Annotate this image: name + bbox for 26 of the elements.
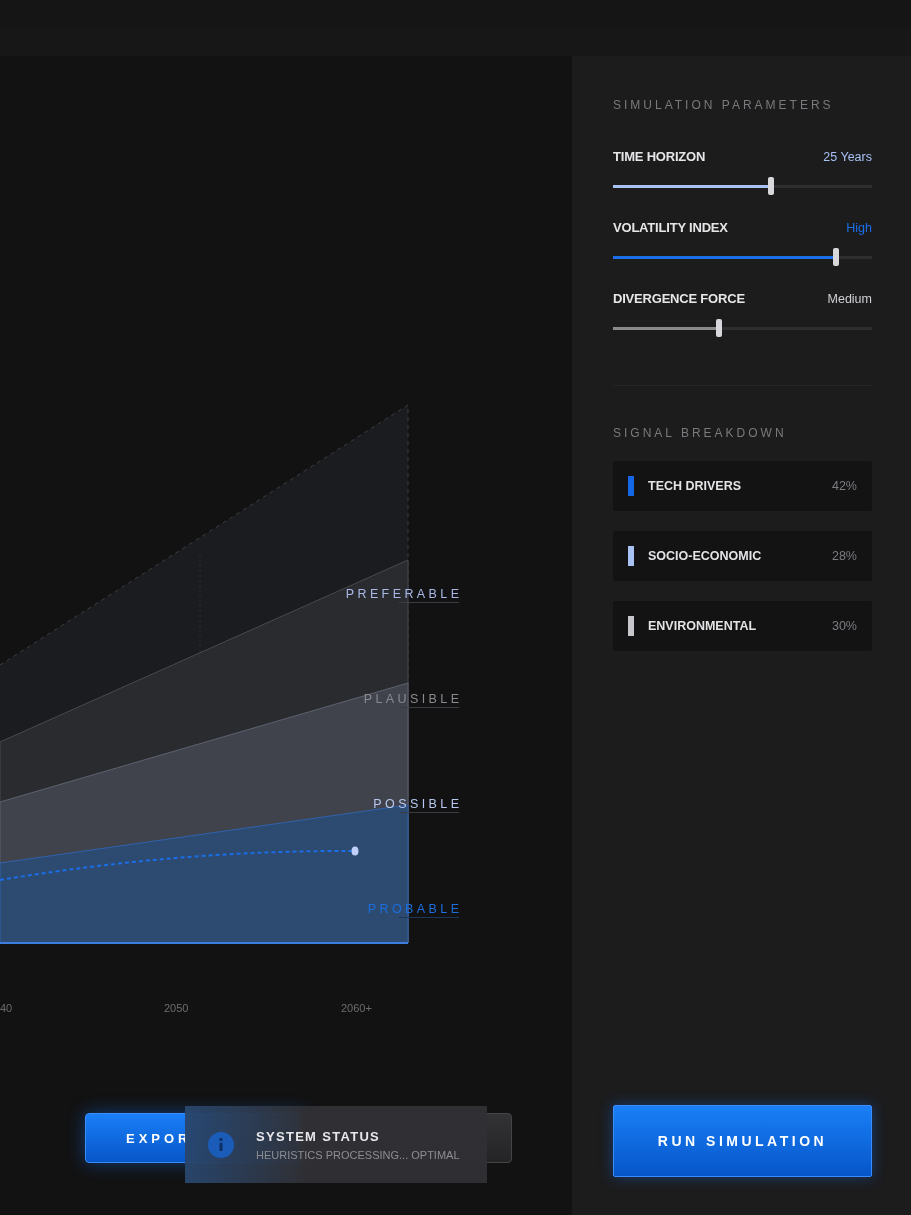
axis-label: 40 (0, 1002, 13, 1014)
toast-message: HEURISTICS PROCESSING... OPTIMAL (256, 1148, 460, 1161)
axis-label: 2060+ (341, 1002, 372, 1014)
parameter-name: DIVERGENCE FORCE (613, 291, 745, 306)
info-icon (208, 1131, 234, 1158)
parameter-value: 25 Years (823, 149, 872, 164)
band-label: POSSIBLE (372, 797, 463, 812)
toast-title: SYSTEM STATUS (256, 1128, 382, 1144)
signal-share: 28% (831, 549, 857, 563)
signal-name: TECH DRIVERS (648, 479, 743, 493)
band-label: PREFERABLE (344, 587, 463, 602)
signal-share: 42% (831, 479, 857, 493)
run-simulation-button[interactable]: RUN SIMULATION (613, 1105, 872, 1177)
parameter-value: High (846, 220, 872, 235)
slider-thumb[interactable] (832, 248, 839, 266)
parameter-name: VOLATILITY INDEX (613, 220, 728, 235)
section-title: SIGNAL BREAKDOWN (613, 426, 788, 440)
slider-thumb[interactable] (716, 319, 723, 337)
signal-name: ENVIRONMENTAL (648, 619, 758, 633)
parameter-name: TIME HORIZON (613, 149, 706, 164)
signal-share: 30% (831, 619, 857, 633)
section-title: SIMULATION PARAMETERS (613, 98, 835, 112)
parameter-value: Medium (827, 291, 872, 306)
axis-label: 2050 (164, 1002, 189, 1014)
slider-thumb[interactable] (768, 177, 774, 195)
signal-name: SOCIO-ECONOMIC (648, 549, 763, 563)
